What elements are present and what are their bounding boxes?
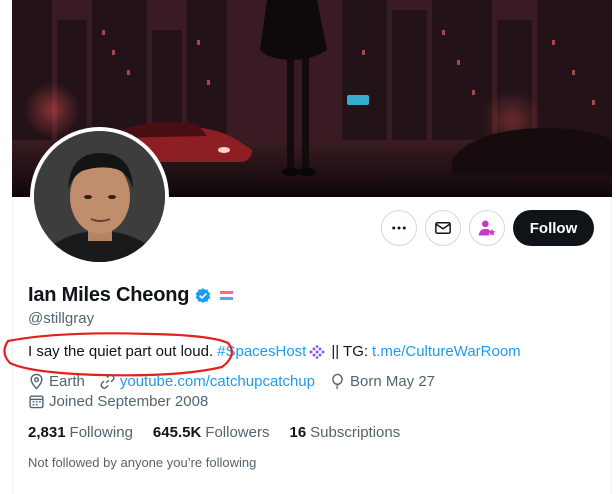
location: Earth	[28, 373, 85, 390]
website-link[interactable]: youtube.com/catchupcatchup	[120, 373, 315, 390]
message-button[interactable]	[425, 210, 461, 246]
balloon-icon	[332, 373, 343, 390]
followers-number: 645.5K	[152, 424, 202, 441]
following-label: Following	[69, 424, 133, 441]
location-pin-icon	[30, 373, 43, 390]
telegram-link[interactable]: t.me/CultureWarRoom	[372, 343, 521, 360]
envelope-icon	[435, 222, 451, 234]
profile-name-row: Ian Miles Cheong	[28, 284, 234, 307]
display-name: Ian Miles Cheong	[28, 284, 190, 306]
birthday-text: Born May 27	[349, 373, 436, 390]
following-number: 2,831	[28, 424, 66, 441]
joined-text: Joined September 2008	[49, 393, 209, 410]
bio-text: I say the quiet part out loud.	[28, 343, 214, 360]
followers-label: Followers	[205, 424, 270, 441]
avatar-photo	[34, 131, 165, 262]
avatar[interactable]	[30, 127, 169, 266]
profile-joined-row: Joined September 2008	[28, 393, 222, 410]
spaces-icon	[309, 344, 325, 359]
bio-separator: || TG:	[331, 343, 369, 360]
subscriptions-number: 16	[289, 424, 307, 441]
calendar-icon	[29, 395, 44, 409]
verified-badge-icon[interactable]	[194, 287, 212, 305]
followed-by-note: Not followed by anyone you’re following	[28, 455, 257, 470]
handle: @stillgray	[28, 310, 95, 327]
flag-emoji-icon	[220, 291, 234, 300]
follow-counts: 2,831 Following 645.5K Followers 16 Subscri…	[28, 424, 420, 441]
follow-button[interactable]: Follow	[513, 210, 594, 246]
subscribe-button[interactable]	[469, 210, 505, 246]
profile-meta-row: Earth youtube.com/catchupcatchup Born Ma…	[28, 373, 449, 390]
joined-date: Joined September 2008	[28, 393, 208, 410]
following-count[interactable]: 2,831 Following	[28, 424, 133, 441]
link-icon	[100, 374, 115, 389]
website: youtube.com/catchupcatchup	[99, 373, 315, 390]
more-button[interactable]	[381, 210, 417, 246]
subscriptions-label: Subscriptions	[310, 424, 401, 441]
location-text: Earth	[49, 373, 85, 390]
hashtag-link[interactable]: #SpacesHost	[217, 343, 306, 360]
followers-count[interactable]: 645.5K Followers	[153, 424, 270, 441]
bio: I say the quiet part out loud. #SpacesHo…	[28, 343, 521, 360]
subscriptions-count[interactable]: 16 Subscriptions	[289, 424, 400, 441]
subscribe-person-star-icon	[478, 220, 496, 236]
birthday: Born May 27	[329, 373, 435, 390]
more-icon	[392, 226, 406, 230]
